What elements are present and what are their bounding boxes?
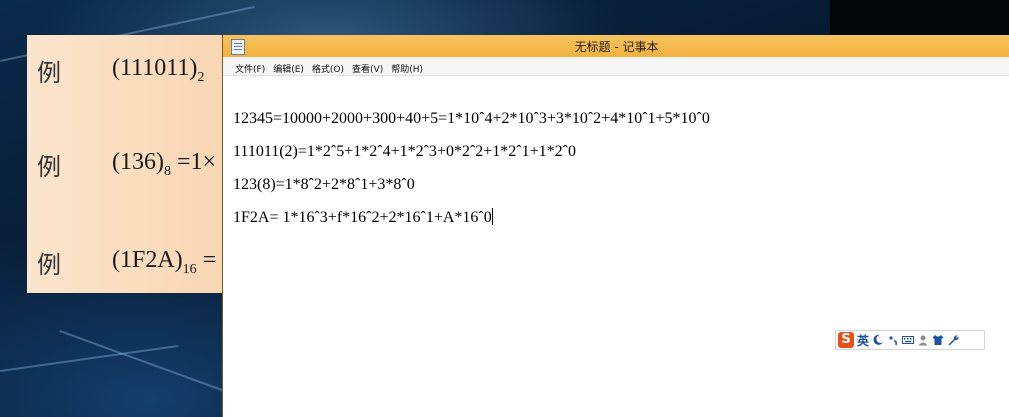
menu-help[interactable]: 帮助(H) <box>387 61 427 79</box>
text-line: 12345=10000+2000+300+40+5=1*10ˆ4+2*10ˆ3+… <box>233 110 710 127</box>
menu-format[interactable]: 格式(O) <box>308 61 348 79</box>
example-row: 例 (111011)2 <box>27 53 227 93</box>
example-math: (111011)2 <box>112 55 205 85</box>
text-line: 1F2A= 1*16ˆ3+f*16ˆ2+2*16ˆ1+A*16ˆ0 <box>233 208 493 226</box>
keyboard-icon[interactable] <box>902 334 915 346</box>
sogou-logo-icon[interactable]: S <box>838 332 854 348</box>
ime-toolbar: S 英 <box>835 330 985 350</box>
light-streak <box>59 330 248 401</box>
notepad-window: 无标题 - 记事本 文件(F) 编辑(E) 格式(O) 查看(V) 帮助(H) 1234… <box>222 35 1009 417</box>
text-line: 111011(2)=1*2ˆ5+1*2ˆ4+1*2ˆ3+0*2ˆ2+1*2ˆ1+… <box>233 143 576 160</box>
slide-panel: 例 (111011)2 例 (136)8 =1× 例 (1F2A)16 = <box>27 35 227 293</box>
menu-bar: 文件(F) 编辑(E) 格式(O) 查看(V) 帮助(H) <box>223 57 1009 76</box>
example-char: 例 <box>37 153 61 181</box>
example-math: (136)8 =1× <box>112 149 217 179</box>
example-row: 例 (1F2A)16 = <box>27 245 227 285</box>
dark-corner <box>830 0 1009 35</box>
user-icon[interactable] <box>917 334 929 346</box>
window-title: 无标题 - 记事本 <box>574 40 659 54</box>
menu-file[interactable]: 文件(F) <box>231 61 269 79</box>
example-row: 例 (136)8 =1× <box>27 147 227 187</box>
ime-mode-toggle[interactable]: 英 <box>857 332 869 349</box>
light-streak <box>0 344 179 372</box>
text-editor[interactable]: 12345=10000+2000+300+40+5=1*10ˆ4+2*10ˆ3+… <box>233 107 1003 239</box>
text-caret <box>491 208 493 225</box>
skin-icon[interactable] <box>932 334 944 346</box>
moon-icon[interactable] <box>872 334 884 346</box>
example-char: 例 <box>37 251 61 279</box>
menu-edit[interactable]: 编辑(E) <box>269 61 308 79</box>
punctuation-icon[interactable] <box>887 334 899 346</box>
menu-view[interactable]: 查看(V) <box>348 61 387 79</box>
text-line: 123(8)=1*8ˆ2+2*8ˆ1+3*8ˆ0 <box>233 176 415 193</box>
example-char: 例 <box>37 59 61 87</box>
example-math: (1F2A)16 = <box>112 247 217 277</box>
title-bar[interactable]: 无标题 - 记事本 <box>223 35 1009 57</box>
tools-icon[interactable] <box>947 334 959 346</box>
